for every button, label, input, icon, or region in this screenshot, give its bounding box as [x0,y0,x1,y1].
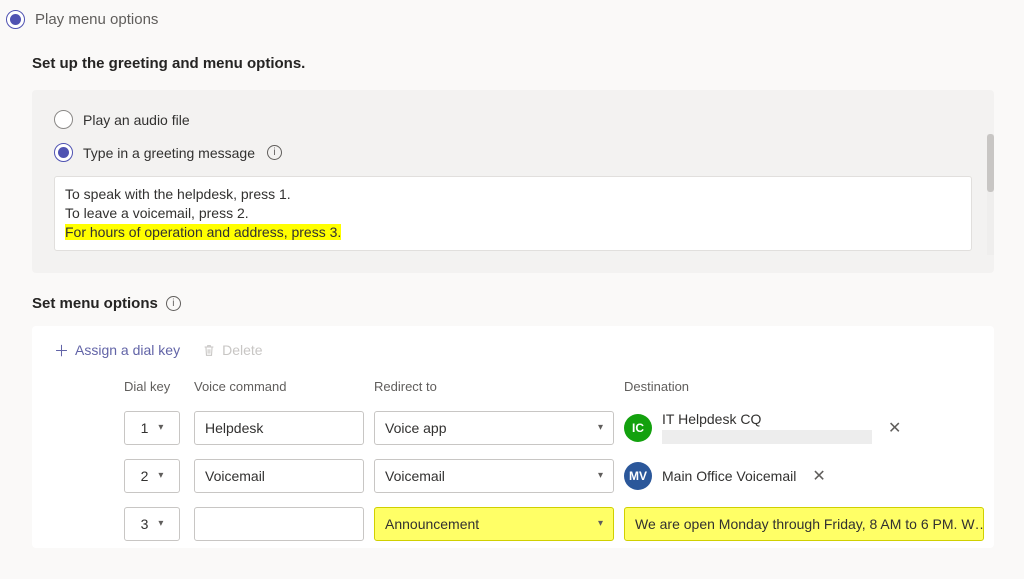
redirect-to-value: Voicemail [385,468,445,484]
radio-icon [54,143,73,162]
col-header-destination: Destination [624,375,990,404]
chevron-down-icon: ▾ [598,518,603,529]
dial-key-value: 2 [141,468,149,484]
chevron-down-icon: ▾ [158,422,163,433]
redirect-to-select[interactable]: Voicemail ▾ [374,459,614,493]
dial-key-value: 1 [141,420,149,436]
menu-options-panel: ＋ Assign a dial key Delete Dial key Voic… [32,326,994,548]
avatar: IC [624,414,652,442]
destination-name: Main Office Voicemail [662,468,796,484]
avatar: MV [624,462,652,490]
voice-command-input[interactable]: Helpdesk [194,411,364,445]
option-type-greeting-message[interactable]: Type in a greeting message i [54,143,972,162]
trash-icon [202,343,216,358]
delete-button: Delete [202,342,262,358]
dial-key-value: 3 [141,516,149,532]
col-header-dial-key: Dial key [124,375,194,404]
redirect-to-select[interactable]: Voice app ▾ [374,411,614,445]
option-label: Type in a greeting message [83,145,255,161]
radio-icon [6,10,25,29]
button-label: Assign a dial key [75,342,180,358]
voice-command-input[interactable] [194,507,364,541]
assign-dial-key-button[interactable]: ＋ Assign a dial key [54,340,180,361]
greeting-line: To leave a voicemail, press 2. [65,204,961,223]
greeting-panel: Play an audio file Type in a greeting me… [32,90,994,273]
destination-chip: MV Main Office Voicemail ✕ [624,462,832,490]
dial-key-select[interactable]: 2 ▾ [124,459,180,493]
voice-command-value: Voicemail [205,468,265,484]
voice-command-value: Helpdesk [205,420,263,436]
info-icon[interactable]: i [166,296,181,311]
section-title: Set up the greeting and menu options. [32,55,994,72]
announcement-text-input[interactable]: We are open Monday through Friday, 8 AM … [624,507,984,541]
greeting-message-textarea[interactable]: To speak with the helpdesk, press 1. To … [54,176,972,251]
radio-icon [54,110,73,129]
redirect-to-select[interactable]: Announcement ▾ [374,507,614,541]
redirect-to-value: Voice app [385,420,447,436]
redirect-to-value: Announcement [385,516,479,532]
voice-command-input[interactable]: Voicemail [194,459,364,493]
dial-key-select[interactable]: 3 ▾ [124,507,180,541]
chevron-down-icon: ▾ [158,470,163,481]
col-header-voice-command: Voice command [194,375,374,404]
remove-destination-button[interactable]: ✕ [882,418,907,438]
announcement-text-value: We are open Monday through Friday, 8 AM … [635,516,984,532]
destination-chip: IC IT Helpdesk CQ ✕ [624,411,907,444]
greeting-line: To speak with the helpdesk, press 1. [65,185,961,204]
plus-icon: ＋ [54,340,69,361]
scrollbar[interactable] [987,134,994,255]
chevron-down-icon: ▾ [598,470,603,481]
remove-destination-button[interactable]: ✕ [806,466,831,486]
chevron-down-icon: ▾ [158,518,163,529]
scrollbar-thumb[interactable] [987,134,994,192]
destination-name: IT Helpdesk CQ [662,411,872,427]
option-play-audio-file[interactable]: Play an audio file [54,110,972,129]
info-icon[interactable]: i [267,145,282,160]
button-label: Delete [222,342,262,358]
option-play-menu-options[interactable]: Play menu options [0,8,1024,41]
section-title: Set menu options [32,295,158,312]
option-label: Play an audio file [83,112,190,128]
destination-secondary-placeholder [662,430,872,444]
chevron-down-icon: ▾ [598,422,603,433]
dial-key-select[interactable]: 1 ▾ [124,411,180,445]
option-label: Play menu options [35,11,158,28]
greeting-line-highlighted: For hours of operation and address, pres… [65,224,341,240]
col-header-redirect-to: Redirect to [374,375,624,404]
